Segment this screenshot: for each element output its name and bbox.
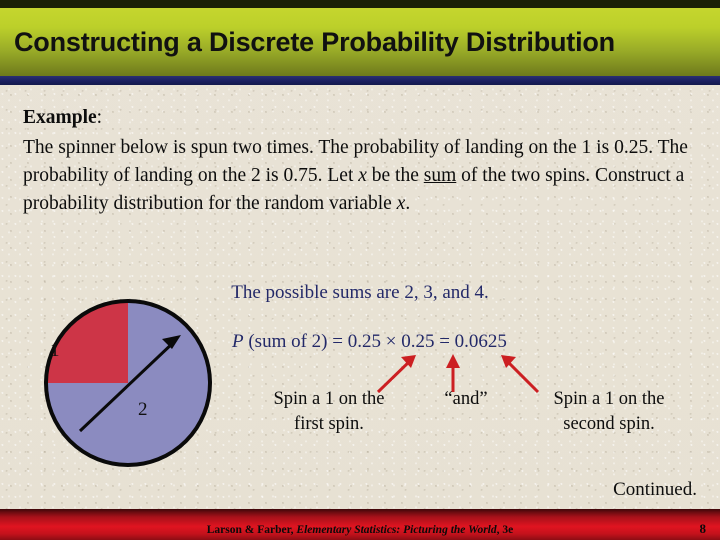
spinner-needle-head-icon [162,335,181,349]
equation-p-symbol: P [232,331,244,352]
body-text-block: Example: The spinner below is spun two t… [23,104,703,218]
example-label: Example [23,107,97,128]
equation-body: (sum of 2) = 0.25 × 0.25 = 0.0625 [243,331,507,352]
slide-canvas: Constructing a Discrete Probability Dist… [0,0,720,540]
spinner-diagram [44,299,212,467]
caption-and: “and” [444,389,488,409]
spinner-slice-label-2: 2 [138,399,148,420]
spinner-needle-group [78,335,181,433]
variable-x-1: x [358,165,367,186]
spinner-needle-shaft [78,339,177,433]
footer-authors: Larson & Farber, [206,524,297,536]
footer-citation: Larson & Farber, Elementary Statistics: … [0,524,720,536]
paragraph-part-4: . [405,193,411,214]
caption-second-spin-line2: second spin. [563,414,655,434]
arrow-right-head-icon [501,355,516,368]
caption-second-spin-line1: Spin a 1 on the [553,389,665,409]
paragraph-part-2: be the [366,165,424,186]
title-top-edge [0,0,720,8]
arrow-left-head-icon [401,355,416,368]
title-underline-rule [0,76,720,85]
caption-first-spin-line1: Spin a 1 on the [273,389,385,409]
caption-second-spin: Spin a 1 on the second spin. [520,387,698,437]
footer-edition: , 3e [496,524,514,536]
spinner-slice-label-1: 1 [50,340,60,361]
footer-book-title: Elementary Statistics: Picturing the Wor… [296,524,497,536]
example-paragraph: The spinner below is spun two times. The… [23,134,703,218]
title-bar: Constructing a Discrete Probability Dist… [0,8,720,76]
page-title: Constructing a Discrete Probability Dist… [14,26,615,57]
caption-first-spin-line2: first spin. [294,414,364,434]
arrow-middle-head-icon [446,354,460,368]
probability-equation: P (sum of 2) = 0.25 × 0.25 = 0.0625 [232,331,507,353]
continued-label: Continued. [613,479,697,500]
footer-page-number: 8 [699,521,707,536]
underlined-sum: sum [423,165,457,186]
example-colon: : [96,107,103,128]
example-heading: Example: [23,104,703,132]
caption-first-spin: Spin a 1 on the first spin. [243,387,415,437]
